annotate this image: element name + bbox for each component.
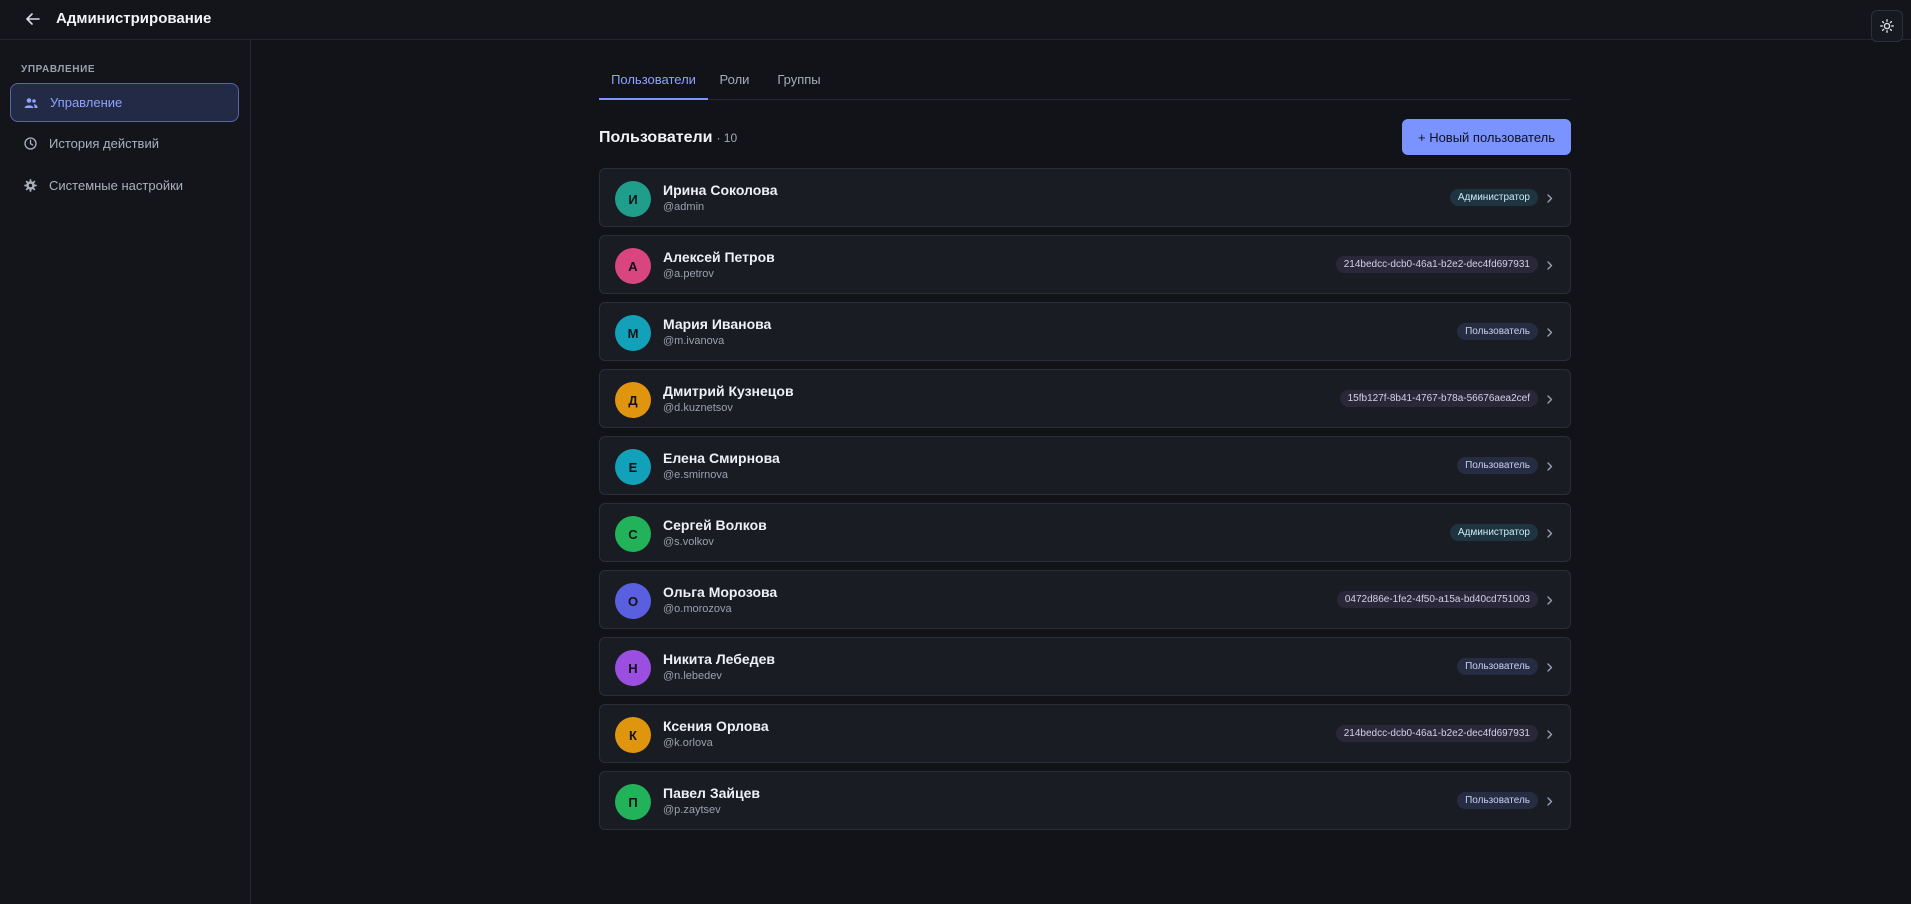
role-badge: Пользователь bbox=[1457, 323, 1538, 340]
app-title: Администрирование bbox=[56, 10, 212, 27]
user-name: Сергей Волков bbox=[663, 517, 767, 533]
sidebar-item-history[interactable]: История действий bbox=[10, 124, 239, 163]
tab-roles[interactable]: Роли bbox=[708, 58, 761, 100]
avatar: Н bbox=[615, 650, 651, 686]
user-row[interactable]: Е Елена Смирнова @e.smirnova Пользователь bbox=[599, 436, 1571, 495]
user-row[interactable]: С Сергей Волков @s.volkov Администратор bbox=[599, 503, 1571, 562]
user-name: Дмитрий Кузнецов bbox=[663, 383, 794, 399]
user-name: Алексей Петров bbox=[663, 249, 775, 265]
sidebar-item-system-settings[interactable]: Системные настройки bbox=[10, 166, 239, 205]
user-login: @o.morozova bbox=[663, 603, 732, 615]
avatar: П bbox=[615, 784, 651, 820]
sidebar-item-management[interactable]: Управление bbox=[10, 83, 239, 122]
new-user-button[interactable]: + Новый пользователь bbox=[1402, 119, 1571, 155]
tabs-bar: Пользователи Роли Группы bbox=[599, 58, 1571, 100]
user-row[interactable]: К Ксения Орлова @k.orlova 214bedcc-dcb0-46a… bbox=[599, 704, 1571, 763]
user-name: Мария Иванова bbox=[663, 316, 772, 332]
user-login: @e.smirnova bbox=[663, 469, 728, 481]
sidebar-item-label: Системные настройки bbox=[49, 178, 184, 193]
top-bar: Администрирование bbox=[0, 0, 1911, 42]
back-button[interactable] bbox=[22, 9, 44, 29]
chevron-right-icon bbox=[1547, 393, 1555, 405]
user-login: @a.petrov bbox=[663, 268, 714, 280]
user-name: Елена Смирнова bbox=[663, 450, 780, 466]
user-login: @p.zaytsev bbox=[663, 804, 721, 816]
avatar: И bbox=[615, 181, 651, 217]
sidebar-item-label: История действий bbox=[49, 136, 159, 151]
chevron-right-icon bbox=[1547, 795, 1555, 807]
chevron-right-icon bbox=[1547, 192, 1555, 204]
user-row[interactable]: П Павел Зайцев @p.zaytsev Пользователь bbox=[599, 771, 1571, 830]
user-login: @m.ivanova bbox=[663, 335, 725, 347]
user-name: Ирина Соколова bbox=[663, 182, 778, 198]
user-login: @n.lebedev bbox=[663, 670, 722, 682]
user-row[interactable]: М Мария Иванова @m.ivanova Пользователь bbox=[599, 302, 1571, 361]
user-name: Никита Лебедев bbox=[663, 651, 775, 667]
chevron-right-icon bbox=[1547, 259, 1555, 271]
page-title: Пользователи bbox=[599, 129, 713, 146]
chevron-right-icon bbox=[1547, 460, 1555, 472]
avatar: М bbox=[615, 315, 651, 351]
avatar: С bbox=[615, 516, 651, 552]
users-icon bbox=[24, 96, 38, 110]
role-badge: 214bedcc-dcb0-46a1-b2e2-dec4fd697931 bbox=[1335, 256, 1538, 273]
role-badge: 15fb127f-8b41-4767-b78a-56676aea2cef bbox=[1339, 390, 1538, 407]
user-login: @admin bbox=[663, 201, 705, 213]
sidebar-section-label: УПРАВЛЕНИЕ bbox=[21, 64, 96, 75]
users-count: · 10 bbox=[716, 131, 738, 145]
avatar: О bbox=[615, 583, 651, 619]
chevron-right-icon bbox=[1547, 728, 1555, 740]
role-badge: Пользователь bbox=[1457, 457, 1538, 474]
user-login: @s.volkov bbox=[663, 536, 714, 548]
avatar: К bbox=[615, 717, 651, 753]
chevron-right-icon bbox=[1547, 661, 1555, 673]
chevron-right-icon bbox=[1547, 527, 1555, 539]
user-row[interactable]: О Ольга Морозова @o.morozova 0472d86e-1fe2-… bbox=[599, 570, 1571, 629]
user-login: @d.kuznetsov bbox=[663, 402, 733, 414]
role-badge: Администратор bbox=[1449, 524, 1538, 541]
theme-toggle-button[interactable] bbox=[1871, 10, 1903, 42]
user-name: Ольга Морозова bbox=[663, 584, 778, 600]
gear-icon bbox=[23, 179, 37, 193]
user-row[interactable]: Д Дмитрий Кузнецов @d.kuznetsov 15fb127f-8b… bbox=[599, 369, 1571, 428]
arrow-left-icon bbox=[26, 13, 40, 25]
user-row[interactable]: Н Никита Лебедев @n.lebedev Пользователь bbox=[599, 637, 1571, 696]
tab-users[interactable]: Пользователи bbox=[599, 58, 708, 100]
sidebar-item-label: Управление bbox=[50, 95, 123, 110]
role-badge: Администратор bbox=[1449, 189, 1538, 206]
user-name: Павел Зайцев bbox=[663, 785, 761, 801]
avatar: Е bbox=[615, 449, 651, 485]
clock-icon bbox=[23, 137, 37, 151]
chevron-right-icon bbox=[1547, 326, 1555, 338]
role-badge: Пользователь bbox=[1457, 658, 1538, 675]
role-badge: 0472d86e-1fe2-4f50-a15a-bd40cd751003 bbox=[1336, 591, 1538, 608]
tab-groups[interactable]: Группы bbox=[761, 58, 837, 100]
chevron-right-icon bbox=[1547, 594, 1555, 606]
sidebar: УПРАВЛЕНИЕ Управление История действий С… bbox=[0, 40, 251, 904]
avatar: Д bbox=[615, 382, 651, 418]
avatar: А bbox=[615, 248, 651, 284]
sun-icon bbox=[1880, 19, 1894, 33]
user-row[interactable]: И Ирина Соколова @admin Администратор bbox=[599, 168, 1571, 227]
role-badge: Пользователь bbox=[1457, 792, 1538, 809]
users-list-header: Пользователи · 10 bbox=[599, 129, 737, 147]
user-row[interactable]: А Алексей Петров @a.petrov 214bedcc-dcb0-46… bbox=[599, 235, 1571, 294]
user-name: Ксения Орлова bbox=[663, 718, 769, 734]
user-login: @k.orlova bbox=[663, 737, 713, 749]
role-badge: 214bedcc-dcb0-46a1-b2e2-dec4fd697931 bbox=[1335, 725, 1538, 742]
